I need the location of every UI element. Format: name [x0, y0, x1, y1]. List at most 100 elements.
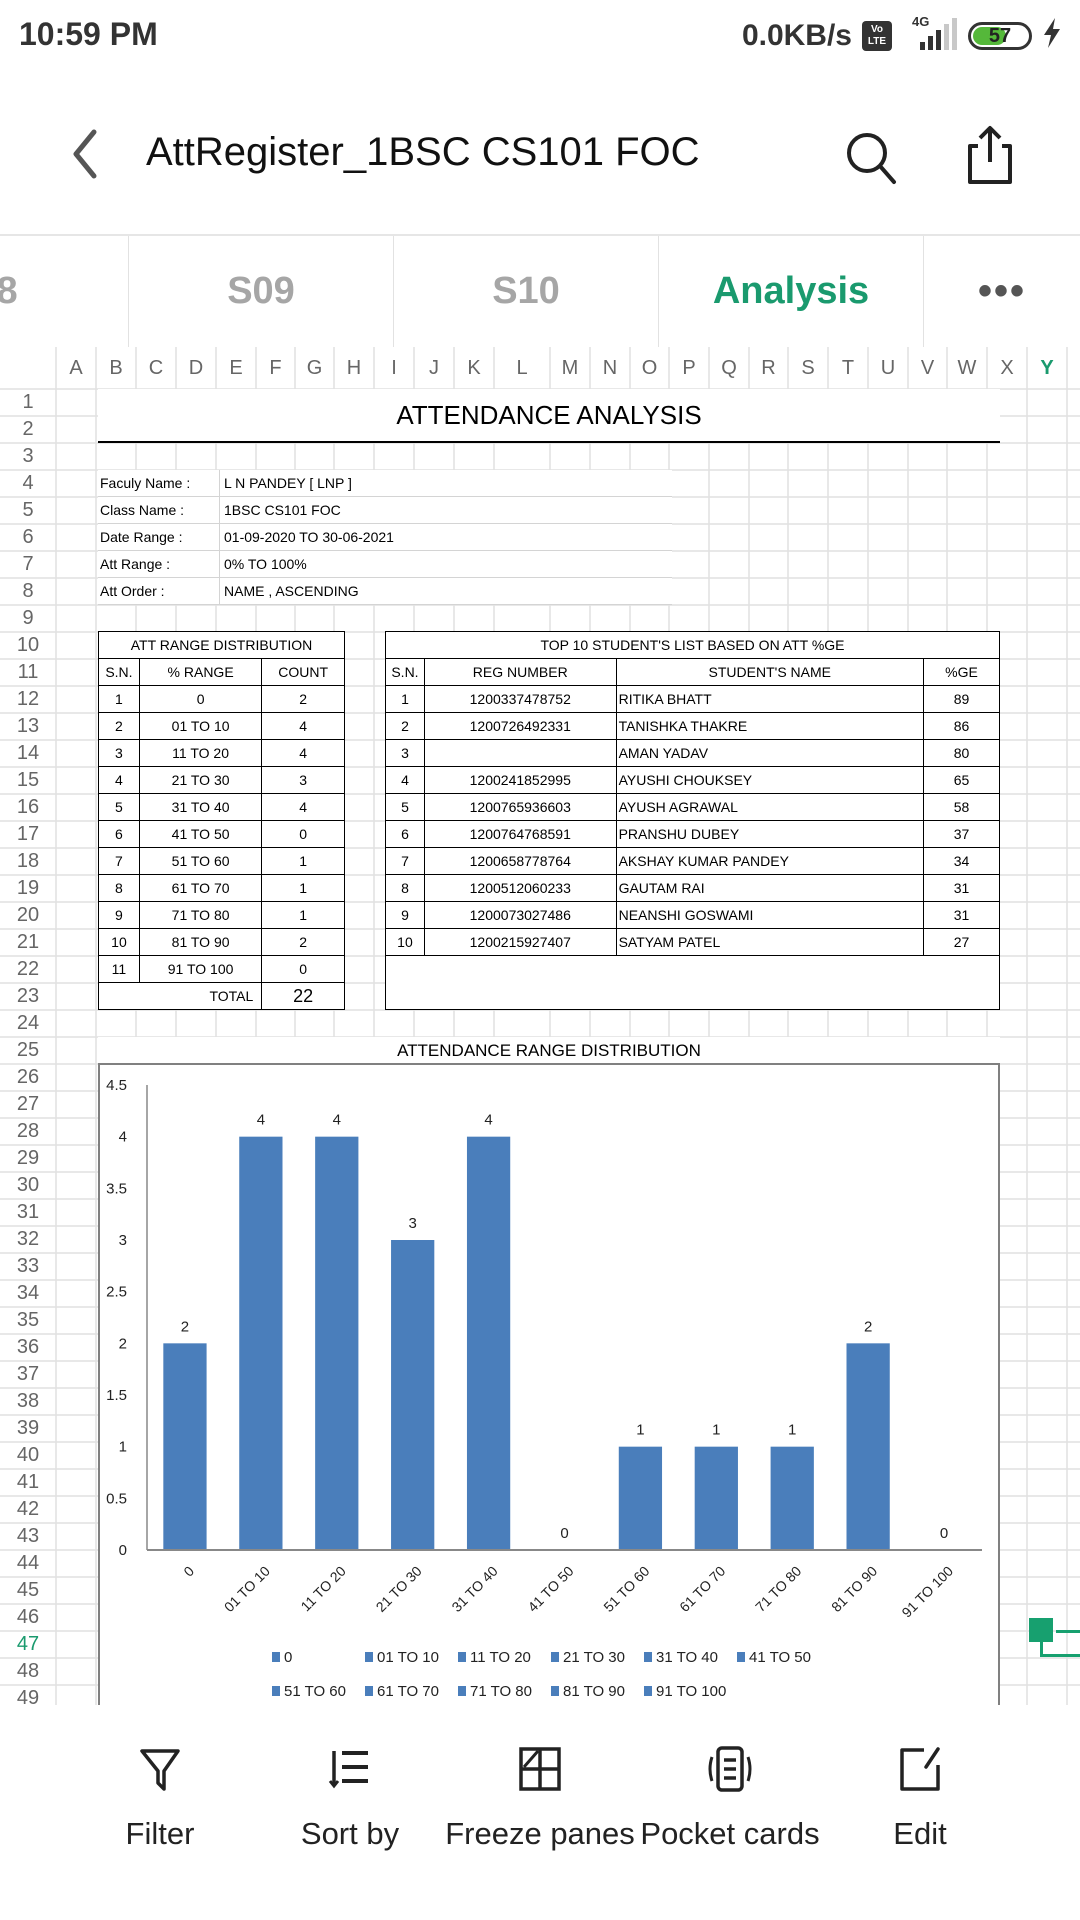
column-header-p[interactable]: P	[669, 347, 709, 389]
table-cell[interactable]: 10	[98, 928, 140, 956]
table-cell[interactable]: 2	[98, 712, 140, 740]
row-header-23[interactable]: 23	[0, 983, 56, 1010]
freeze-panes-button[interactable]: Freeze panes	[445, 1745, 635, 1853]
column-header-t[interactable]: T	[828, 347, 868, 389]
column-header[interactable]: S.N.	[98, 658, 140, 686]
row-header-10[interactable]: 10	[0, 632, 56, 659]
top-table-title[interactable]: TOP 10 STUDENT'S LIST BASED ON ATT %GE	[385, 631, 1000, 659]
row-header-18[interactable]: 18	[0, 848, 56, 875]
table-cell[interactable]: 1200073027486	[423, 901, 617, 929]
table-cell[interactable]: 1200337478752	[423, 685, 617, 713]
row-header-34[interactable]: 34	[0, 1280, 56, 1307]
column-header-o[interactable]: O	[630, 347, 669, 389]
table-cell[interactable]: 4	[261, 712, 345, 740]
row-header-27[interactable]: 27	[0, 1091, 56, 1118]
row-header-25[interactable]: 25	[0, 1037, 56, 1064]
column-header-d[interactable]: D	[176, 347, 216, 389]
row-header-40[interactable]: 40	[0, 1442, 56, 1469]
row-header-19[interactable]: 19	[0, 875, 56, 902]
column-header-b[interactable]: B	[96, 347, 136, 389]
table-cell[interactable]: 71 TO 80	[138, 901, 263, 929]
table-cell[interactable]: 7	[98, 847, 140, 875]
table-cell[interactable]: 21 TO 30	[138, 766, 263, 794]
table-cell[interactable]: 41 TO 50	[138, 820, 263, 848]
row-header-35[interactable]: 35	[0, 1307, 56, 1334]
table-cell[interactable]: 5	[385, 793, 425, 821]
table-cell[interactable]: 89	[922, 685, 1001, 713]
table-cell[interactable]: 3	[98, 739, 140, 767]
table-cell[interactable]: 2	[261, 685, 345, 713]
row-header-13[interactable]: 13	[0, 713, 56, 740]
row-header-47[interactable]: 47	[0, 1631, 56, 1658]
table-cell[interactable]: 0	[261, 820, 345, 848]
share-button[interactable]	[960, 124, 1020, 188]
table-cell[interactable]: 2	[385, 712, 425, 740]
table-cell[interactable]: 8	[385, 874, 425, 902]
column-header-k[interactable]: K	[454, 347, 494, 389]
table-cell[interactable]: 11 TO 20	[138, 739, 263, 767]
row-header-24[interactable]: 24	[0, 1010, 56, 1037]
column-header-l[interactable]: L	[494, 347, 550, 389]
table-cell[interactable]: AYUSH AGRAWAL	[615, 793, 924, 821]
table-cell[interactable]: 58	[922, 793, 1001, 821]
info-row-att-range[interactable]: Att Range : 0% TO 100%	[98, 551, 672, 578]
row-header-20[interactable]: 20	[0, 902, 56, 929]
row-header-2[interactable]: 2	[0, 416, 56, 443]
row-header-32[interactable]: 32	[0, 1226, 56, 1253]
row-header-48[interactable]: 48	[0, 1658, 56, 1685]
row-header-22[interactable]: 22	[0, 956, 56, 983]
table-cell[interactable]: 1	[261, 847, 345, 875]
row-header-4[interactable]: 4	[0, 470, 56, 497]
table-cell[interactable]: SATYAM PATEL	[615, 928, 924, 956]
table-cell[interactable]: 11	[98, 955, 140, 983]
row-header-45[interactable]: 45	[0, 1577, 56, 1604]
column-header-u[interactable]: U	[868, 347, 908, 389]
column-header-v[interactable]: V	[908, 347, 947, 389]
row-header-6[interactable]: 6	[0, 524, 56, 551]
row-header-21[interactable]: 21	[0, 929, 56, 956]
chart-container[interactable]: 0 0.5 1 1.5 2 2.5 3 3.5 4 4.5 2 0 4 01 TO 10 4 11 TO 20…	[98, 1063, 1000, 1705]
row-header-16[interactable]: 16	[0, 794, 56, 821]
table-cell[interactable]: 9	[98, 901, 140, 929]
table-cell[interactable]: 61 TO 70	[138, 874, 263, 902]
row-header-8[interactable]: 8	[0, 578, 56, 605]
spreadsheet-grid[interactable]: ABCDEFGHIJKLMNOPQRSTUVWXY 1 2 3 4 5 6 7 8 9 10 11 1…	[0, 347, 1080, 1705]
info-row-att-order[interactable]: Att Order : NAME , ASCENDING	[98, 578, 672, 605]
column-header-m[interactable]: M	[550, 347, 590, 389]
table-cell[interactable]: 27	[922, 928, 1001, 956]
info-row-faculty[interactable]: Faculy Name : L N PANDEY [ LNP ]	[98, 470, 672, 497]
column-header[interactable]: REG NUMBER	[423, 658, 617, 686]
search-button[interactable]	[842, 128, 902, 188]
table-cell[interactable]: 1200512060233	[423, 874, 617, 902]
edit-button[interactable]: Edit	[825, 1745, 1015, 1853]
row-header-14[interactable]: 14	[0, 740, 56, 767]
total-label[interactable]: TOTAL	[97, 982, 263, 1010]
more-tabs-button[interactable]: •••	[924, 236, 1080, 347]
table-cell[interactable]: AYUSHI CHOUKSEY	[615, 766, 924, 794]
table-cell[interactable]: 5	[98, 793, 140, 821]
column-header[interactable]: S.N.	[385, 658, 425, 686]
column-header[interactable]: STUDENT'S NAME	[615, 658, 924, 686]
table-cell[interactable]: 1200726492331	[423, 712, 617, 740]
row-header-12[interactable]: 12	[0, 686, 56, 713]
table-cell[interactable]: 1200241852995	[423, 766, 617, 794]
table-cell[interactable]: 4	[261, 793, 345, 821]
row-header-37[interactable]: 37	[0, 1361, 56, 1388]
table-cell[interactable]: 1	[261, 901, 345, 929]
table-cell[interactable]: TANISHKA THAKRE	[615, 712, 924, 740]
table-cell[interactable]: 81 TO 90	[138, 928, 263, 956]
tab-s08[interactable]: 08	[0, 236, 129, 347]
column-header-c[interactable]: C	[136, 347, 176, 389]
sheet-title[interactable]: ATTENDANCE ANALYSIS	[98, 389, 1000, 443]
table-cell[interactable]: 10	[385, 928, 425, 956]
tab-s09[interactable]: S09	[129, 236, 394, 347]
table-cell[interactable]: 91 TO 100	[138, 955, 263, 983]
table-cell[interactable]: 1	[261, 874, 345, 902]
table-cell[interactable]: 1200215927407	[423, 928, 617, 956]
row-header-36[interactable]: 36	[0, 1334, 56, 1361]
column-header-s[interactable]: S	[788, 347, 828, 389]
column-header-r[interactable]: R	[749, 347, 788, 389]
column-header[interactable]: % RANGE	[138, 658, 263, 686]
table-cell[interactable]: 9	[385, 901, 425, 929]
row-header-17[interactable]: 17	[0, 821, 56, 848]
